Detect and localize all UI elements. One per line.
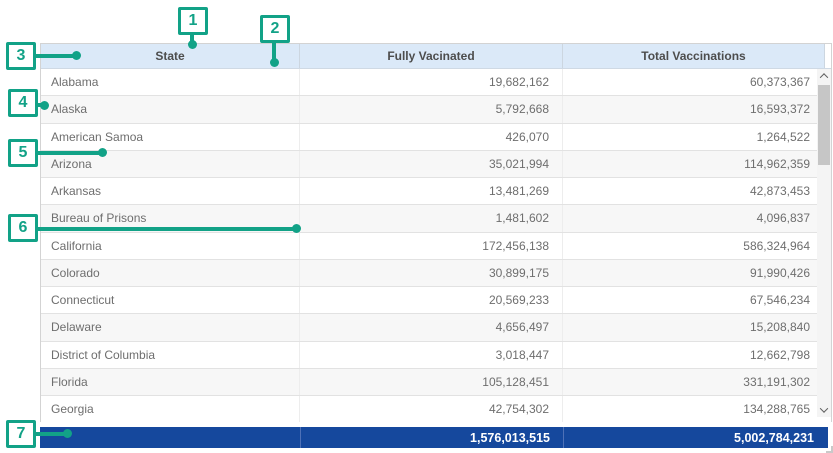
vertical-scrollbar[interactable] [817,69,831,417]
table-header-row: State Fully Vacinated Total Vaccinations [41,44,831,69]
total-vaccinations-cell: 134,288,765 [563,396,831,422]
total-vaccinations-cell: 331,191,302 [563,369,831,395]
table-row[interactable]: California 172,456,138 586,324,964 [41,233,831,260]
callout-6-dot [292,224,301,233]
total-vaccinations-cell: 1,264,522 [563,124,831,150]
table-row[interactable]: Arizona 35,021,994 114,962,359 [41,151,831,178]
callout-1-marker: 1 [178,7,208,35]
resize-grip[interactable] [826,446,833,453]
table-body: Alabama 19,682,162 60,373,367 Alaska 5,7… [41,69,831,422]
fully-vaccinated-cell: 105,128,451 [300,369,563,395]
scroll-up-button[interactable] [817,69,831,83]
callout-4-dot [40,101,49,110]
total-vaccinations-cell: 60,373,367 [563,69,831,95]
total-vaccinations-cell: 586,324,964 [563,233,831,259]
fully-vaccinated-cell: 30,899,175 [300,260,563,286]
callout-5-line [36,151,103,155]
header-filler [825,44,831,68]
fully-vaccinated-cell: 172,456,138 [300,233,563,259]
total-vaccinations-cell: 12,662,798 [563,342,831,368]
callout-2-marker: 2 [260,15,290,43]
totals-state-cell [40,427,300,448]
scrollbar-thumb[interactable] [818,85,830,165]
callout-6-line [36,227,297,231]
state-cell: Florida [41,369,300,395]
fully-vaccinated-cell: 426,070 [300,124,563,150]
state-cell: Delaware [41,314,300,340]
scroll-down-button[interactable] [817,403,831,417]
table-row[interactable]: Alabama 19,682,162 60,373,367 [41,69,831,96]
total-vaccinations-cell: 91,990,426 [563,260,831,286]
table-row[interactable]: District of Columbia 3,018,447 12,662,79… [41,342,831,369]
vaccinations-table: State Fully Vacinated Total Vaccinations… [40,43,832,422]
callout-5-dot [98,148,107,157]
total-vaccinations-cell: 16,593,372 [563,96,831,122]
totals-row: 1,576,013,515 5,002,784,231 [40,427,828,448]
column-header-total-vaccinations[interactable]: Total Vaccinations [563,44,825,68]
chevron-down-icon [820,404,828,412]
screenshot-canvas: State Fully Vacinated Total Vaccinations… [0,0,833,453]
callout-6-marker: 6 [8,214,38,242]
column-header-fully-vaccinated[interactable]: Fully Vacinated [300,44,563,68]
state-cell: District of Columbia [41,342,300,368]
total-vaccinations-cell: 114,962,359 [563,151,831,177]
table-row[interactable]: Delaware 4,656,497 15,208,840 [41,314,831,341]
fully-vaccinated-cell: 4,656,497 [300,314,563,340]
callout-7-marker: 7 [6,420,36,448]
fully-vaccinated-cell: 3,018,447 [300,342,563,368]
table-row[interactable]: Arkansas 13,481,269 42,873,453 [41,178,831,205]
table-row[interactable]: Florida 105,128,451 331,191,302 [41,369,831,396]
fully-vaccinated-cell: 20,569,233 [300,287,563,313]
callout-1-dot [188,40,197,49]
callout-3-dot [72,51,81,60]
fully-vaccinated-cell: 35,021,994 [300,151,563,177]
table-row[interactable]: Colorado 30,899,175 91,990,426 [41,260,831,287]
table-row[interactable]: Alaska 5,792,668 16,593,372 [41,96,831,123]
table-row[interactable]: Georgia 42,754,302 134,288,765 [41,396,831,422]
callout-5-marker: 5 [8,139,38,167]
totals-fully-vaccinated-cell: 1,576,013,515 [300,427,563,448]
fully-vaccinated-cell: 42,754,302 [300,396,563,422]
state-cell: Alaska [41,96,300,122]
callout-3-marker: 3 [6,42,36,70]
fully-vaccinated-cell: 1,481,602 [300,205,563,231]
callout-4-marker: 4 [8,89,38,117]
table-row[interactable]: Connecticut 20,569,233 67,546,234 [41,287,831,314]
fully-vaccinated-cell: 13,481,269 [300,178,563,204]
state-cell: American Samoa [41,124,300,150]
state-cell: Colorado [41,260,300,286]
total-vaccinations-cell: 67,546,234 [563,287,831,313]
state-cell: Arkansas [41,178,300,204]
state-cell: Connecticut [41,287,300,313]
fully-vaccinated-cell: 19,682,162 [300,69,563,95]
totals-total-vaccinations-cell: 5,002,784,231 [563,427,828,448]
state-cell: Georgia [41,396,300,422]
total-vaccinations-cell: 15,208,840 [563,314,831,340]
chevron-up-icon [820,73,828,81]
callout-2-dot [270,58,279,67]
total-vaccinations-cell: 42,873,453 [563,178,831,204]
state-cell: California [41,233,300,259]
callout-3-line [34,54,77,58]
state-cell: Alabama [41,69,300,95]
callout-7-dot [63,429,72,438]
table-row[interactable]: American Samoa 426,070 1,264,522 [41,124,831,151]
fully-vaccinated-cell: 5,792,668 [300,96,563,122]
total-vaccinations-cell: 4,096,837 [563,205,831,231]
